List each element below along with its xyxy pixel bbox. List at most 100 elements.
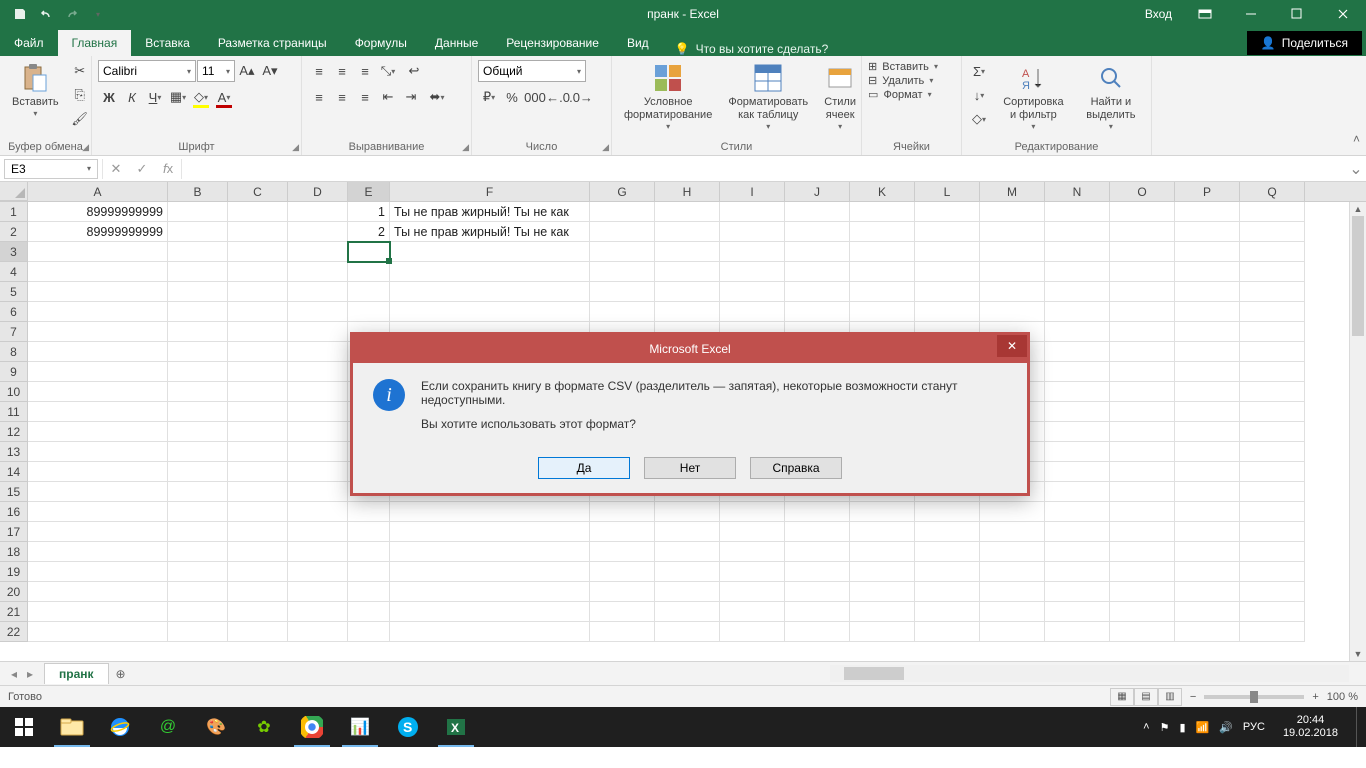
cell[interactable] [28, 362, 168, 382]
format-cells-button[interactable]: ▭ Формат ▾ [868, 88, 938, 101]
cell[interactable] [720, 522, 785, 542]
cell[interactable] [785, 622, 850, 642]
cell[interactable] [1175, 322, 1240, 342]
cell[interactable] [1240, 562, 1305, 582]
cell[interactable] [1175, 262, 1240, 282]
cell[interactable] [288, 442, 348, 462]
cell[interactable] [720, 222, 785, 242]
fx-icon[interactable]: fx [155, 159, 181, 179]
cell[interactable] [1240, 542, 1305, 562]
cell[interactable] [1240, 602, 1305, 622]
cell[interactable] [228, 402, 288, 422]
font-size-combo[interactable]: 11▾ [197, 60, 235, 82]
row-header[interactable]: 19 [0, 562, 28, 582]
cell[interactable] [850, 562, 915, 582]
tray-lang[interactable]: РУС [1243, 721, 1265, 733]
cell[interactable] [980, 582, 1045, 602]
cell[interactable] [1175, 282, 1240, 302]
cell[interactable] [168, 502, 228, 522]
tab-review[interactable]: Рецензирование [492, 30, 613, 56]
zoom-slider[interactable] [1204, 695, 1304, 699]
cell[interactable] [228, 582, 288, 602]
row-header[interactable]: 10 [0, 382, 28, 402]
sheet-tab[interactable]: пранк [44, 663, 109, 684]
cell[interactable] [1240, 202, 1305, 222]
cell[interactable] [288, 222, 348, 242]
row-header[interactable]: 22 [0, 622, 28, 642]
cell[interactable] [850, 202, 915, 222]
cell[interactable] [348, 542, 390, 562]
cell[interactable] [28, 442, 168, 462]
fill-color-icon[interactable]: ◇▾ [190, 86, 212, 108]
cell[interactable] [228, 422, 288, 442]
cell[interactable] [228, 482, 288, 502]
zoom-in-icon[interactable]: + [1312, 691, 1318, 703]
cell[interactable] [915, 242, 980, 262]
cell[interactable] [915, 202, 980, 222]
column-header[interactable]: Q [1240, 182, 1305, 201]
merge-icon[interactable]: ⬌▾ [423, 86, 451, 108]
cell[interactable] [785, 582, 850, 602]
cell[interactable] [168, 322, 228, 342]
column-header[interactable]: O [1110, 182, 1175, 201]
cell[interactable] [228, 342, 288, 362]
cell[interactable] [915, 562, 980, 582]
format-painter-icon[interactable]: 🖌 [69, 108, 91, 130]
tab-file[interactable]: Файл [0, 30, 58, 56]
cell[interactable] [850, 302, 915, 322]
cell[interactable] [288, 282, 348, 302]
cut-icon[interactable]: ✂ [69, 60, 91, 82]
cell[interactable] [1110, 222, 1175, 242]
cell[interactable] [1175, 582, 1240, 602]
cell[interactable] [288, 482, 348, 502]
cell[interactable] [1240, 342, 1305, 362]
cell[interactable] [28, 422, 168, 442]
explorer-icon[interactable] [48, 707, 96, 747]
cell[interactable] [1240, 442, 1305, 462]
cell[interactable] [288, 402, 348, 422]
row-header[interactable]: 15 [0, 482, 28, 502]
cell[interactable] [850, 582, 915, 602]
cell[interactable] [1110, 402, 1175, 422]
tab-view[interactable]: Вид [613, 30, 663, 56]
cell[interactable] [1045, 382, 1110, 402]
column-header[interactable]: M [980, 182, 1045, 201]
fill-icon[interactable]: ↓▾ [968, 84, 990, 106]
row-header[interactable]: 20 [0, 582, 28, 602]
shrink-font-icon[interactable]: A▾ [259, 60, 281, 82]
cell[interactable] [390, 582, 590, 602]
inc-decimal-icon[interactable]: ←.0 [547, 86, 569, 108]
cell[interactable] [168, 222, 228, 242]
cell[interactable] [168, 542, 228, 562]
cell[interactable] [348, 262, 390, 282]
dialog-titlebar[interactable]: Microsoft Excel ✕ [353, 335, 1027, 363]
align-middle-icon[interactable]: ≡ [331, 60, 353, 82]
cell[interactable] [720, 302, 785, 322]
cell[interactable] [1110, 502, 1175, 522]
icq-icon[interactable]: ✿ [240, 707, 288, 747]
taskmgr-icon[interactable]: 📊 [336, 707, 384, 747]
show-desktop-button[interactable] [1356, 707, 1362, 747]
cell[interactable] [28, 562, 168, 582]
cell[interactable]: 2 [348, 222, 390, 242]
cell[interactable] [1045, 322, 1110, 342]
cell[interactable] [720, 242, 785, 262]
cell[interactable] [168, 242, 228, 262]
column-header[interactable]: G [590, 182, 655, 201]
cell[interactable] [28, 402, 168, 422]
cell[interactable] [1175, 502, 1240, 522]
sort-filter-button[interactable]: АЯ Сортировка и фильтр▾ [994, 60, 1073, 134]
cell[interactable] [168, 422, 228, 442]
cell[interactable] [168, 282, 228, 302]
cell[interactable] [915, 302, 980, 322]
cell[interactable] [288, 362, 348, 382]
cell[interactable] [390, 622, 590, 642]
cell[interactable] [1110, 482, 1175, 502]
row-header[interactable]: 2 [0, 222, 28, 242]
cell[interactable] [288, 322, 348, 342]
cell[interactable] [228, 462, 288, 482]
column-header[interactable]: K [850, 182, 915, 201]
cell[interactable] [1175, 462, 1240, 482]
cell[interactable] [980, 562, 1045, 582]
row-header[interactable]: 1 [0, 202, 28, 222]
